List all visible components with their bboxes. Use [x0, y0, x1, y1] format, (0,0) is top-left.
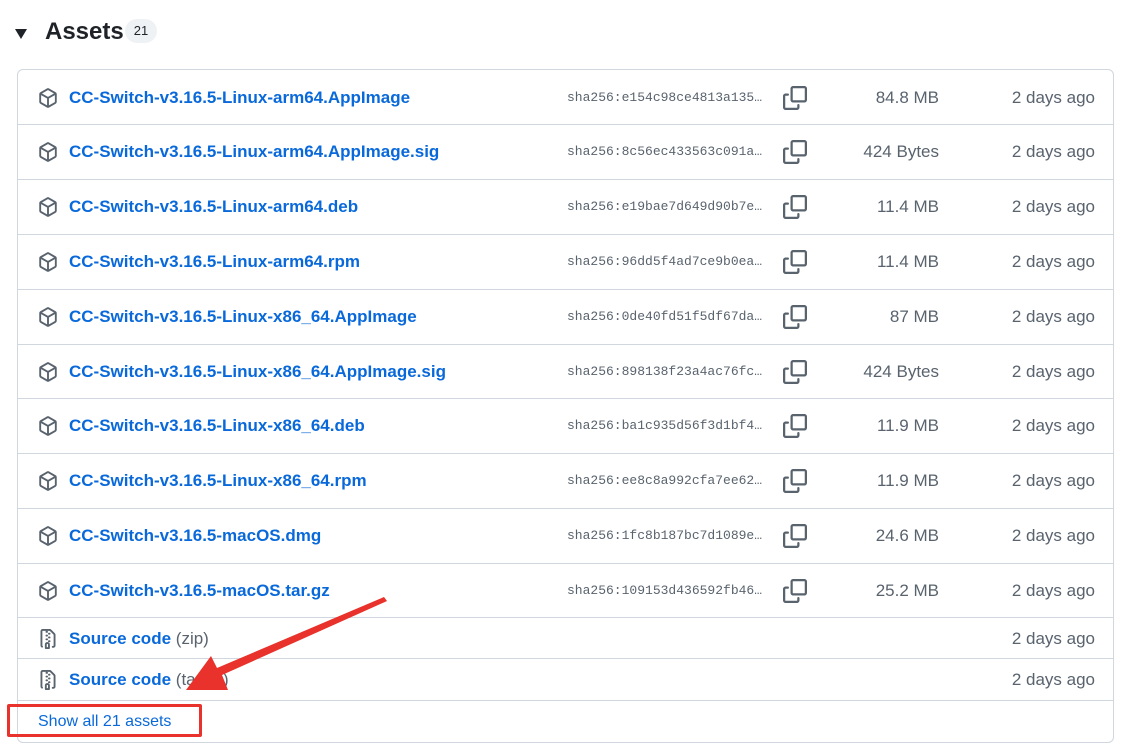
source-code-format: (zip)	[175, 629, 209, 648]
asset-row: CC-Switch-v3.16.5-Linux-arm64.deb sha256…	[18, 180, 1113, 235]
asset-row: CC-Switch-v3.16.5-Linux-x86_64.AppImage.…	[18, 345, 1113, 399]
copy-icon[interactable]	[783, 469, 807, 493]
asset-row: CC-Switch-v3.16.5-Linux-arm64.AppImage s…	[18, 70, 1113, 125]
package-icon	[39, 362, 57, 382]
source-code-targz-link[interactable]: Source code (tar.gz)	[69, 670, 229, 690]
asset-size: 11.4 MB	[876, 197, 939, 216]
package-icon	[39, 526, 57, 546]
asset-date: 2 days ago	[1011, 362, 1095, 381]
asset-size: 87 MB	[889, 307, 939, 326]
assets-title[interactable]: Assets	[45, 17, 124, 47]
asset-date: 2 days ago	[1011, 142, 1095, 161]
assets-count-badge: 21	[125, 19, 157, 43]
asset-date: 2 days ago	[1011, 416, 1095, 435]
asset-link[interactable]: CC-Switch-v3.16.5-Linux-arm64.AppImage	[69, 88, 410, 108]
source-code-row: Source code (tar.gz) 2 days ago	[18, 659, 1113, 701]
asset-date: 2 days ago	[1011, 670, 1095, 689]
assets-list: CC-Switch-v3.16.5-Linux-arm64.AppImage s…	[17, 69, 1114, 743]
asset-sha256: sha256:8c56ec433563c091a…	[567, 144, 763, 159]
asset-sha256: sha256:ba1c935d56f3d1bf4…	[567, 418, 763, 433]
package-icon	[39, 416, 57, 436]
show-all-assets-link[interactable]: Show all 21 assets	[38, 713, 171, 731]
assets-header: Assets 21	[0, 0, 400, 66]
source-code-format: (tar.gz)	[175, 670, 229, 689]
source-code-zip-link[interactable]: Source code (zip)	[69, 629, 209, 649]
asset-row: CC-Switch-v3.16.5-Linux-x86_64.rpm sha25…	[18, 454, 1113, 509]
package-icon	[39, 307, 57, 327]
asset-date: 2 days ago	[1011, 197, 1095, 216]
asset-row: CC-Switch-v3.16.5-Linux-arm64.AppImage.s…	[18, 125, 1113, 180]
asset-size: 11.9 MB	[876, 416, 939, 435]
asset-date: 2 days ago	[1011, 471, 1095, 490]
copy-icon[interactable]	[783, 579, 807, 603]
package-icon	[39, 252, 57, 272]
asset-date: 2 days ago	[1011, 252, 1095, 271]
asset-link[interactable]: CC-Switch-v3.16.5-macOS.dmg	[69, 526, 321, 546]
source-code-label: Source code	[69, 629, 172, 648]
source-code-row: Source code (zip) 2 days ago	[18, 618, 1113, 659]
asset-size: 84.8 MB	[875, 88, 939, 107]
file-zip-icon	[40, 670, 56, 690]
asset-date: 2 days ago	[1011, 526, 1095, 545]
asset-sha256: sha256:ee8c8a992cfa7ee62…	[567, 473, 763, 488]
asset-sha256: sha256:e154c98ce4813a135…	[567, 90, 763, 105]
copy-icon[interactable]	[783, 414, 807, 438]
asset-sha256: sha256:0de40fd51f5df67da…	[567, 309, 763, 324]
asset-link[interactable]: CC-Switch-v3.16.5-Linux-arm64.deb	[69, 197, 358, 217]
asset-date: 2 days ago	[1011, 581, 1095, 600]
asset-row: CC-Switch-v3.16.5-macOS.tar.gz sha256:10…	[18, 564, 1113, 618]
asset-row: CC-Switch-v3.16.5-Linux-x86_64.AppImage …	[18, 290, 1113, 345]
asset-row: CC-Switch-v3.16.5-Linux-x86_64.deb sha25…	[18, 399, 1113, 454]
asset-row: CC-Switch-v3.16.5-Linux-arm64.rpm sha256…	[18, 235, 1113, 290]
copy-icon[interactable]	[783, 140, 807, 164]
asset-date: 2 days ago	[1011, 88, 1095, 107]
asset-row: CC-Switch-v3.16.5-macOS.dmg sha256:1fc8b…	[18, 509, 1113, 564]
asset-date: 2 days ago	[1011, 307, 1095, 326]
asset-link[interactable]: CC-Switch-v3.16.5-Linux-x86_64.rpm	[69, 471, 367, 491]
triangle-down-icon[interactable]	[15, 29, 27, 39]
asset-sha256: sha256:e19bae7d649d90b7e…	[567, 199, 763, 214]
copy-icon[interactable]	[783, 250, 807, 274]
asset-link[interactable]: CC-Switch-v3.16.5-Linux-x86_64.deb	[69, 416, 365, 436]
asset-link[interactable]: CC-Switch-v3.16.5-Linux-arm64.AppImage.s…	[69, 142, 439, 162]
asset-link[interactable]: CC-Switch-v3.16.5-Linux-arm64.rpm	[69, 252, 360, 272]
asset-size: 424 Bytes	[863, 142, 939, 161]
asset-size: 11.4 MB	[876, 252, 939, 271]
asset-sha256: sha256:898138f23a4ac76fc…	[567, 364, 763, 379]
copy-icon[interactable]	[783, 360, 807, 384]
asset-size: 11.9 MB	[876, 471, 939, 490]
package-icon	[39, 142, 57, 162]
copy-icon[interactable]	[783, 305, 807, 329]
package-icon	[39, 471, 57, 491]
copy-icon[interactable]	[783, 195, 807, 219]
package-icon	[39, 88, 57, 108]
package-icon	[39, 197, 57, 217]
asset-link[interactable]: CC-Switch-v3.16.5-macOS.tar.gz	[69, 581, 330, 601]
asset-sha256: sha256:1fc8b187bc7d1089e…	[567, 528, 763, 543]
asset-size: 25.2 MB	[875, 581, 939, 600]
release-assets-page: Assets 21 CC-Switch-v3.16.5-Linux-arm64.…	[0, 0, 1143, 754]
copy-icon[interactable]	[783, 524, 807, 548]
asset-size: 24.6 MB	[875, 526, 939, 545]
package-icon	[39, 581, 57, 601]
file-zip-icon	[40, 629, 56, 649]
asset-sha256: sha256:109153d436592fb46…	[567, 583, 763, 598]
asset-sha256: sha256:96dd5f4ad7ce9b0ea…	[567, 254, 763, 269]
asset-link[interactable]: CC-Switch-v3.16.5-Linux-x86_64.AppImage	[69, 307, 417, 327]
asset-size: 424 Bytes	[863, 362, 939, 381]
copy-icon[interactable]	[783, 86, 807, 110]
asset-date: 2 days ago	[1011, 629, 1095, 648]
source-code-label: Source code	[69, 670, 172, 689]
asset-link[interactable]: CC-Switch-v3.16.5-Linux-x86_64.AppImage.…	[69, 362, 446, 382]
